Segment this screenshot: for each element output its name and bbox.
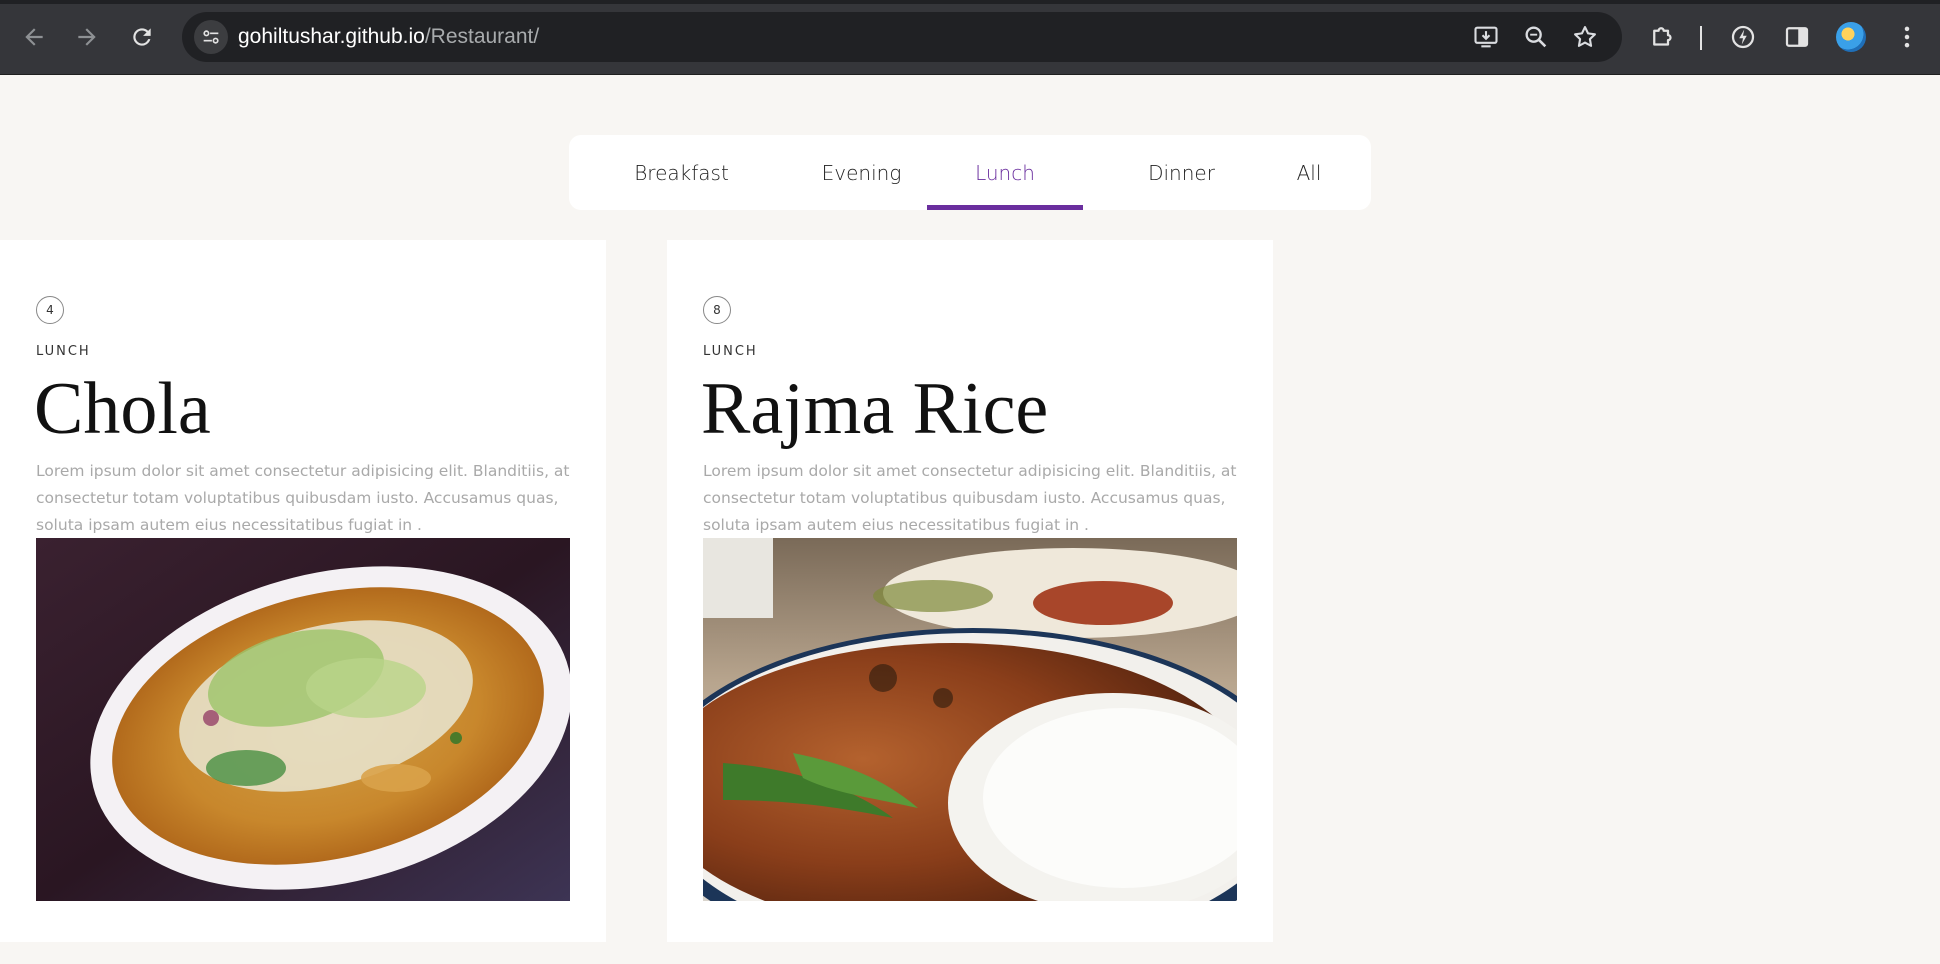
reload-button[interactable]: [125, 20, 159, 54]
arrow-left-icon: [25, 28, 43, 46]
menu-card: 8 LUNCH Rajma Rice Lorem ipsum dolor sit…: [667, 240, 1273, 942]
site-info-button[interactable]: [194, 20, 228, 54]
item-photo: [36, 538, 570, 901]
side-panel-icon[interactable]: [1782, 22, 1812, 52]
item-title: Rajma Rice: [701, 368, 1049, 450]
item-number-badge: 4: [36, 296, 64, 324]
install-app-icon[interactable]: [1472, 23, 1500, 51]
item-photo: [703, 538, 1237, 901]
bookmark-star-icon[interactable]: [1571, 23, 1599, 51]
item-category: LUNCH: [36, 344, 91, 359]
profile-avatar[interactable]: [1836, 22, 1866, 52]
menu-category-tabs: Breakfast Evening Lunch Dinner All: [569, 135, 1371, 210]
performance-icon[interactable]: [1728, 22, 1758, 52]
tab-all[interactable]: All: [1259, 135, 1359, 210]
more-menu-icon[interactable]: [1892, 22, 1922, 52]
back-button[interactable]: [17, 20, 51, 54]
arrow-right-icon: [78, 28, 96, 46]
address-bar[interactable]: gohiltushar.github.io/Restaurant/: [182, 12, 1622, 62]
tab-dinner[interactable]: Dinner: [1099, 135, 1264, 210]
zoom-icon[interactable]: [1522, 23, 1550, 51]
tab-evening[interactable]: Evening: [779, 135, 944, 210]
item-description: Lorem ipsum dolor sit amet consectetur a…: [703, 462, 1237, 534]
item-title: Chola: [34, 368, 211, 450]
item-number-badge: 8: [703, 296, 731, 324]
tune-icon: [203, 30, 219, 44]
toolbar-divider: [1700, 26, 1702, 50]
url-text[interactable]: gohiltushar.github.io/Restaurant/: [238, 25, 539, 49]
menu-card: 4 LUNCH Chola Lorem ipsum dolor sit amet…: [0, 240, 606, 942]
reload-icon: [133, 28, 151, 46]
tab-strip-edge: [0, 0, 1940, 4]
extensions-icon[interactable]: [1648, 22, 1678, 52]
item-description: Lorem ipsum dolor sit amet consectetur a…: [36, 462, 570, 534]
forward-button[interactable]: [70, 20, 104, 54]
item-category: LUNCH: [703, 344, 758, 359]
url-path: /Restaurant/: [424, 25, 540, 48]
tab-lunch[interactable]: Lunch: [927, 135, 1083, 210]
tab-breakfast[interactable]: Breakfast: [599, 135, 764, 210]
url-host: gohiltushar.github.io: [238, 25, 425, 48]
browser-toolbar: gohiltushar.github.io/Restaurant/: [0, 0, 1940, 75]
